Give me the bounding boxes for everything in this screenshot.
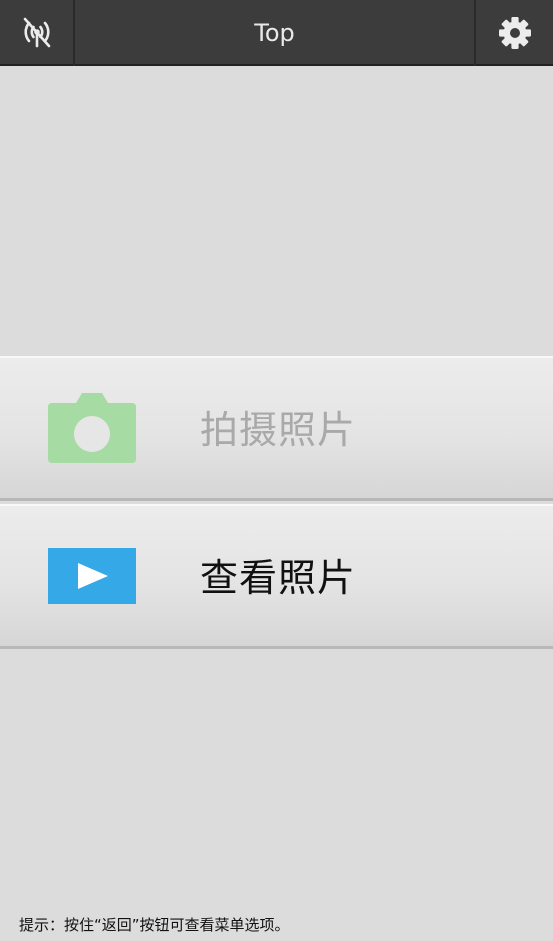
camera-icon — [48, 393, 136, 463]
no-signal-icon — [23, 17, 50, 48]
connection-button[interactable] — [0, 0, 75, 66]
take-photo-label: 拍摄照片 — [200, 408, 357, 452]
view-photos-label: 查看照片 — [200, 556, 357, 600]
view-photos-button[interactable]: 查看照片 — [0, 504, 553, 649]
page-title: Top — [254, 19, 295, 47]
gear-icon — [498, 17, 531, 49]
top-bar: Top — [0, 0, 553, 66]
hint-text: 提示：按住“返回”按钮可查看菜单选项。 — [19, 916, 290, 934]
play-icon — [48, 548, 136, 604]
take-photo-button[interactable]: 拍摄照片 — [0, 356, 553, 501]
settings-button[interactable] — [474, 0, 553, 66]
